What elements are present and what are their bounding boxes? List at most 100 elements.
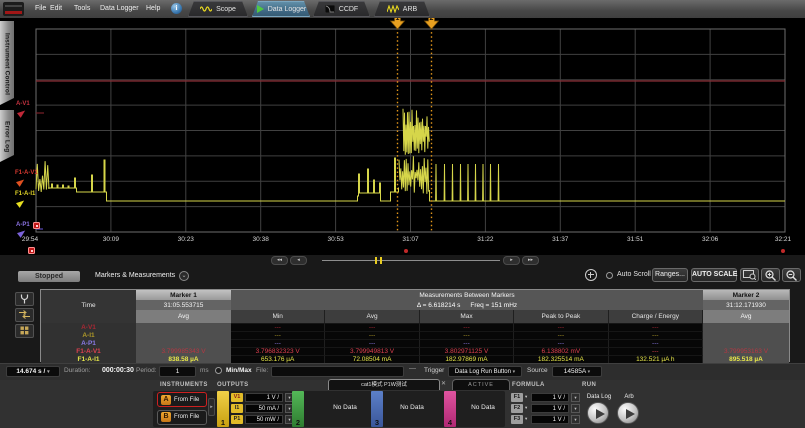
table-row-f1-a-i1: F1-A-I1 838.58 µA 653.176 µA 72.08504 mA… bbox=[41, 355, 789, 363]
channel-1-p1-scale[interactable]: 50 mW / bbox=[245, 415, 283, 424]
marker-arrows-button[interactable] bbox=[15, 308, 34, 322]
scroll-right-button[interactable]: ▸ bbox=[503, 256, 520, 265]
trace-f1-a-i1 bbox=[403, 109, 429, 155]
auto-scroll-label: Auto Scroll bbox=[617, 271, 651, 278]
delta-value: Δ = 6.618214 s bbox=[417, 302, 461, 309]
sidebar-tab-error-log[interactable]: Error Log bbox=[0, 110, 14, 162]
active-tab[interactable]: ACTIVE bbox=[452, 379, 510, 390]
collapse-panel-button[interactable]: — bbox=[409, 365, 416, 372]
tab-data-logger[interactable]: Data Logger bbox=[252, 1, 310, 17]
instrument-b-from-file-button[interactable]: B From File bbox=[157, 410, 207, 425]
instrument-a-from-file-button[interactable]: A From File bbox=[157, 392, 207, 407]
menu-tools[interactable]: Tools bbox=[70, 0, 94, 17]
channel-label-a-v1[interactable]: A-V1 bbox=[16, 101, 30, 107]
col-max: Max bbox=[420, 310, 514, 323]
ranges-button[interactable]: Ranges... bbox=[652, 268, 688, 282]
tab-ccdf[interactable]: CCDF bbox=[313, 1, 370, 17]
zoom-window-button[interactable] bbox=[740, 268, 759, 282]
channel-1-v1-badge[interactable]: V1 bbox=[231, 393, 243, 402]
measurements-table: Measurements Between Markers Marker 1 Ma… bbox=[40, 289, 790, 362]
measurement-settings-button[interactable] bbox=[15, 292, 34, 306]
zoom-in-button[interactable] bbox=[761, 268, 780, 282]
x-tick-label: 32:21 bbox=[769, 236, 797, 243]
scroll-far-left-button[interactable]: ◂◂ bbox=[271, 256, 288, 265]
source-dropdown[interactable]: 14585A ▾ bbox=[552, 366, 602, 377]
channel-4-bar[interactable]: 4 bbox=[444, 391, 456, 427]
stopped-button[interactable]: Stopped bbox=[18, 271, 80, 282]
waveform-chart[interactable]: 12 bbox=[0, 18, 805, 255]
formula-f3-badge[interactable]: F3 bbox=[511, 415, 523, 424]
formula-f3-caret[interactable]: ▾ bbox=[525, 416, 527, 422]
add-marker-icon[interactable] bbox=[585, 269, 597, 281]
trigger-dropdown[interactable]: Data Log Run Button ▾ bbox=[448, 366, 522, 377]
datalog-file-tab[interactable]: cat1模式 P1W测试 bbox=[328, 379, 440, 390]
scroll-track[interactable] bbox=[322, 260, 500, 261]
source-label: Source bbox=[527, 367, 548, 374]
formula-f2-scale-caret[interactable]: ▾ bbox=[571, 404, 580, 413]
table-columns-row: Avg Min Avg Max Peak to Peak Charge / En… bbox=[41, 310, 789, 323]
channel-1-i1-scale[interactable]: 50 mA / bbox=[245, 404, 283, 413]
grid-view-button[interactable] bbox=[15, 324, 34, 338]
trigger-label: Trigger bbox=[424, 367, 444, 374]
run-arb-label: Arb bbox=[618, 394, 640, 400]
col-marker2-avg: Avg bbox=[703, 310, 789, 323]
minmax-radio[interactable] bbox=[215, 367, 222, 374]
run-datalog-button[interactable] bbox=[587, 402, 609, 424]
channel-1-i1-badge[interactable]: I1 bbox=[231, 404, 243, 413]
col-charge-energy: Charge / Energy bbox=[609, 310, 703, 323]
channel-2-bar[interactable]: 2 bbox=[292, 391, 304, 427]
zoom-out-button[interactable] bbox=[782, 268, 801, 282]
scroll-handle[interactable] bbox=[375, 257, 382, 264]
auto-scroll-radio[interactable] bbox=[606, 272, 613, 279]
close-tab-icon[interactable]: ✕ bbox=[441, 380, 446, 387]
formula-f1-badge[interactable]: F1 bbox=[511, 393, 523, 402]
menu-edit[interactable]: Edit bbox=[46, 0, 66, 17]
markers-measurements-collapse-icon[interactable]: ⌄ bbox=[179, 271, 189, 281]
formula-f1-caret[interactable]: ▾ bbox=[525, 394, 527, 400]
channel-4-status: No Data bbox=[462, 404, 504, 411]
period-unit: ms bbox=[200, 367, 209, 374]
zoom-window-icon bbox=[743, 270, 756, 280]
channel-1-v1-scale[interactable]: 1 V / bbox=[245, 393, 283, 402]
instrument-a-badge: A bbox=[161, 395, 171, 405]
formula-f1-scale[interactable]: 1 V / bbox=[531, 393, 569, 402]
trace-f1-a-i1 bbox=[399, 156, 429, 194]
tab-scope[interactable]: Scope bbox=[188, 1, 248, 17]
instruments-expander[interactable]: ▸ bbox=[208, 398, 215, 416]
formula-f3-scale[interactable]: 1 V / bbox=[531, 415, 569, 424]
channel-3-bar[interactable]: 3 bbox=[371, 391, 383, 427]
wrench-icon bbox=[20, 294, 29, 304]
channel-1-bar[interactable]: 1 bbox=[217, 391, 229, 427]
tab-arb[interactable]: ARB bbox=[374, 1, 430, 17]
period-input[interactable]: 1 bbox=[159, 366, 196, 377]
formula-section-label: FORMULA bbox=[512, 382, 545, 388]
scroll-left-button[interactable]: ◂ bbox=[290, 256, 307, 265]
marker1-time: 31:05.553715 bbox=[136, 300, 231, 310]
timescale-dropdown[interactable]: 14.674 s / ▾ bbox=[6, 366, 60, 377]
menu-help[interactable]: Help bbox=[142, 0, 164, 17]
sidebar-tab-instrument-control[interactable]: Instrument Control bbox=[0, 21, 14, 105]
arrows-icon bbox=[19, 310, 30, 319]
formula-f1-scale-caret[interactable]: ▾ bbox=[571, 393, 580, 402]
channel-1-p1-badge[interactable]: P1 bbox=[231, 415, 243, 424]
formula-f2-badge[interactable]: F2 bbox=[511, 404, 523, 413]
menu-data-logger[interactable]: Data Logger bbox=[96, 0, 143, 17]
formula-f2-caret[interactable]: ▾ bbox=[525, 405, 527, 411]
outputs-section-label: OUTPUTS bbox=[217, 382, 248, 388]
channel-label-f1-a-v1[interactable]: F1-A-V1 bbox=[15, 170, 38, 176]
x-tick-label: 31:51 bbox=[621, 236, 649, 243]
run-arb-button[interactable] bbox=[617, 402, 639, 424]
duration-value: 000:00:30 bbox=[102, 367, 134, 374]
timeline-event-dot bbox=[404, 249, 408, 253]
file-input[interactable] bbox=[271, 366, 404, 377]
col-peak-to-peak: Peak to Peak bbox=[514, 310, 608, 323]
channel-label-f1-a-i1[interactable]: F1-A-I1 bbox=[15, 191, 35, 197]
scroll-far-right-button[interactable]: ▸▸ bbox=[522, 256, 539, 265]
table-row-a-p1: A-P1 --- --- --- --- --- bbox=[41, 339, 789, 347]
formula-f2-scale[interactable]: 1 V / bbox=[531, 404, 569, 413]
channel-3-status: No Data bbox=[390, 404, 434, 411]
formula-f3-scale-caret[interactable]: ▾ bbox=[571, 415, 580, 424]
timeline-event-dot bbox=[781, 249, 785, 253]
auto-scale-button[interactable]: AUTO SCALE bbox=[691, 268, 737, 282]
info-icon[interactable]: i bbox=[171, 3, 182, 14]
